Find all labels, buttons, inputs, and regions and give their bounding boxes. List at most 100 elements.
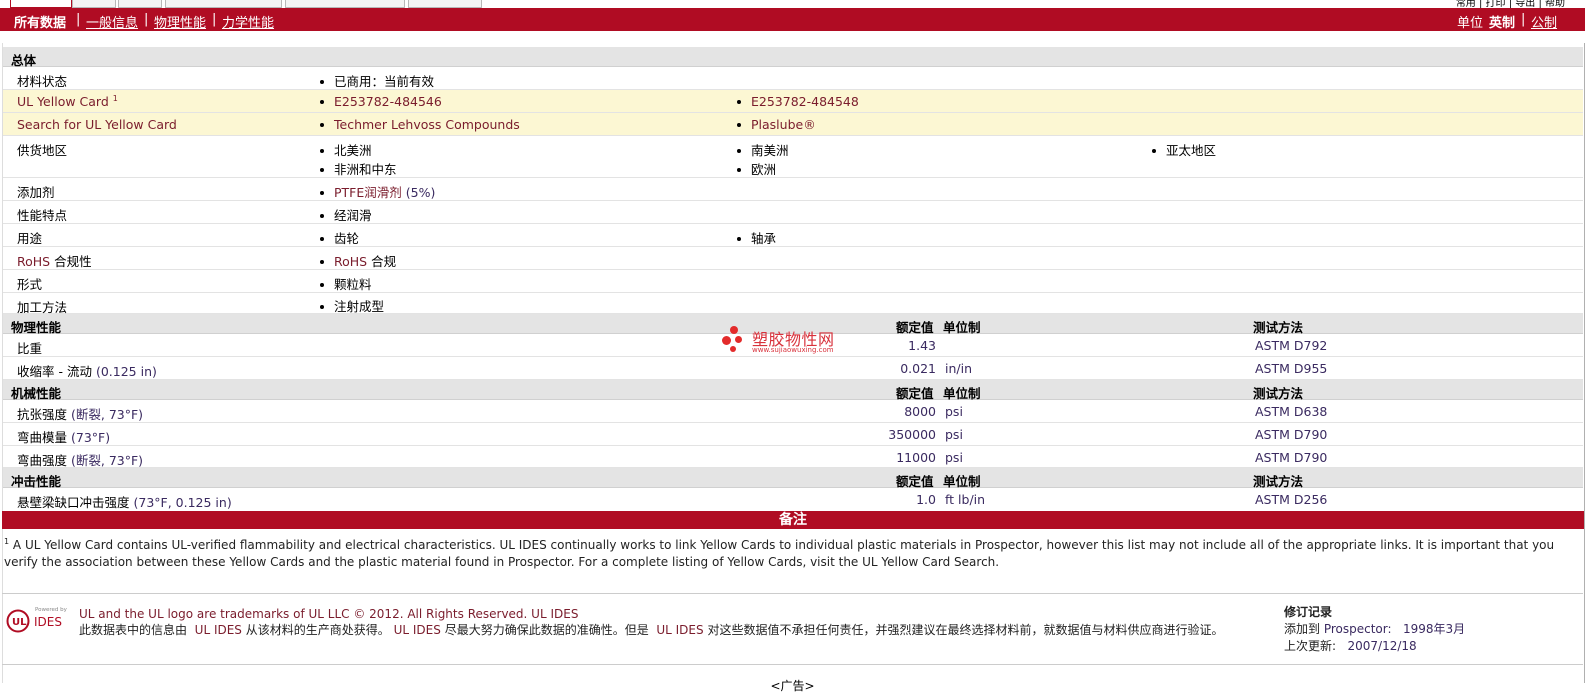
section-general: 总体 (3, 47, 1583, 68)
prop-unit: ft lb/in (945, 492, 986, 507)
prop-unit: in/in (945, 361, 973, 376)
use-item: 轴承 (737, 228, 776, 247)
nav-all-data[interactable]: 所有数据 (14, 12, 66, 31)
units-imperial[interactable]: 英制 (1489, 12, 1515, 31)
table-row: 弯曲强度 (断裂, 73°F) 11000 psi ASTM D790 (3, 446, 1583, 468)
prop-value: 350000 (888, 427, 936, 442)
svg-text:UL: UL (12, 617, 27, 628)
tab-3[interactable] (118, 0, 162, 8)
prop-name: 收缩率 - 流动 (0.125 in) (17, 364, 157, 379)
additive-item: PTFE润滑剂 (5%) (320, 182, 435, 201)
svg-text:Powered by: Powered by (35, 607, 68, 613)
tab-2[interactable] (72, 0, 116, 8)
feature-item: 经润滑 (320, 205, 372, 224)
row-label: 材料状态 (17, 74, 68, 89)
row-process: 加工方法 注射成型 (3, 293, 1583, 315)
units-label: 单位 (1457, 16, 1484, 31)
watermark-logo: 塑胶物性网 www.sujiaowuxing.com (722, 324, 852, 358)
region-item: 欧洲 (737, 159, 776, 178)
process-item: 注射成型 (320, 296, 384, 315)
region-item: 南美洲 (737, 140, 789, 159)
tab-strip (0, 0, 1585, 8)
nav-bar: 所有数据 | 一般信息 | 物理性能 | 力学性能 单位 英制 | 公制 (0, 8, 1585, 31)
region-item: 亚太地区 (1152, 140, 1216, 159)
test-method: ASTM D790 (1255, 450, 1328, 465)
table-row: 收缩率 - 流动 (0.125 in) 0.021 in/in ASTM D95… (3, 357, 1583, 380)
divider (2, 593, 1583, 594)
tab-5[interactable] (285, 0, 405, 8)
row-label: 形式 (17, 277, 43, 292)
watermark-url: www.sujiaowuxing.com (752, 346, 834, 354)
svg-text:IDES: IDES (34, 615, 62, 629)
units-metric-link[interactable]: 公制 (1531, 12, 1557, 31)
tab-datasheet[interactable] (10, 0, 72, 8)
prop-unit: psi (945, 404, 963, 419)
row-form: 形式 颗粒料 (3, 270, 1583, 293)
section-mechanical: 机械性能 额定值 单位制 测试方法 (3, 380, 1583, 401)
footer-disclaimer-cn: 此数据表中的信息由 UL IDES 从该材料的生产商处获得。 UL IDES 尽… (79, 623, 1224, 637)
prospector-link[interactable]: Prospector: (1324, 622, 1392, 636)
notes-text: 1 A UL Yellow Card contains UL-verified … (4, 537, 1555, 569)
ul-ides-logo: Powered by UL IDES (6, 607, 68, 633)
table-row: 弯曲模量 (73°F) 350000 psi ASTM D790 (3, 423, 1583, 446)
search-yellow-card-link[interactable]: Search for UL Yellow Card (17, 117, 177, 132)
prop-value: 8000 (904, 404, 936, 419)
prop-unit: psi (945, 450, 963, 465)
form-item: 颗粒料 (320, 274, 372, 293)
prop-name: 弯曲模量 (73°F) (17, 430, 111, 445)
tab-4[interactable] (165, 0, 282, 8)
row-rohs: RoHS 合规性 RoHS 合规 (3, 247, 1583, 270)
ad-placeholder: <广告> (770, 679, 815, 693)
footer-disclaimer: UL and the UL logo are trademarks of UL … (79, 606, 1259, 638)
row-label: 供货地区 (17, 143, 68, 158)
manufacturer-link[interactable]: Techmer Lehvoss Compounds (320, 117, 520, 132)
prop-name: 比重 (17, 341, 43, 356)
prop-unit: psi (945, 427, 963, 442)
row-features: 性能特点 经润滑 (3, 201, 1583, 224)
prop-name: 弯曲强度 (断裂, 73°F) (17, 453, 144, 468)
row-search-yellow-card: Search for UL Yellow Card Techmer Lehvos… (3, 113, 1583, 136)
test-method: ASTM D792 (1255, 338, 1328, 353)
prop-value: 0.021 (900, 361, 936, 376)
test-method: ASTM D955 (1255, 361, 1328, 376)
additive-link[interactable]: PTFE润滑剂 (334, 185, 402, 200)
region-item: 北美洲 (320, 140, 372, 159)
row-supply-region: 供货地区 北美洲 南美洲 亚太地区 非洲和中东 欧洲 (3, 136, 1583, 178)
prop-value: 1.43 (908, 338, 936, 353)
revision-history: 修订记录 添加到 Prospector: 1998年3月 上次更新: 2007/… (1284, 605, 1466, 653)
divider (2, 664, 1583, 665)
nav-general-link[interactable]: 一般信息 (86, 12, 138, 31)
use-item: 齿轮 (320, 228, 359, 247)
prop-value: 1.0 (916, 492, 936, 507)
notes-header: 备注 (2, 511, 1584, 529)
test-method: ASTM D256 (1255, 492, 1328, 507)
nav-physical-link[interactable]: 物理性能 (154, 12, 206, 31)
row-additive: 添加剂 PTFE润滑剂 (5%) (3, 178, 1583, 201)
section-impact: 冲击性能 额定值 单位制 测试方法 (3, 468, 1583, 489)
bullet-item: 已商用：当前有效 (320, 71, 434, 90)
prop-name: 抗张强度 (断裂, 73°F) (17, 407, 144, 422)
yellow-card-label-link[interactable]: UL Yellow Card 1 (17, 94, 118, 109)
footer-trademark: UL and the UL logo are trademarks of UL … (79, 607, 579, 621)
row-ul-yellow-card: UL Yellow Card 1 E253782-484546 E253782-… (3, 90, 1583, 113)
tab-6[interactable] (408, 0, 482, 8)
test-method: ASTM D790 (1255, 427, 1328, 442)
region-item: 非洲和中东 (320, 159, 397, 178)
brand-link[interactable]: Plaslube® (737, 117, 816, 132)
row-label: 添加剂 (17, 185, 55, 200)
row-material-status: 材料状态 已商用：当前有效 (3, 67, 1583, 90)
table-row: 悬壁梁缺口冲击强度 (73°F, 0.125 in) 1.0 ft lb/in … (3, 488, 1583, 511)
prop-name: 悬壁梁缺口冲击强度 (73°F, 0.125 in) (17, 495, 232, 510)
prop-value: 11000 (896, 450, 936, 465)
row-uses: 用途 齿轮 轴承 (3, 224, 1583, 247)
yellow-card-link[interactable]: E253782-484546 (320, 94, 442, 109)
yellow-card-link[interactable]: E253782-484548 (737, 94, 859, 109)
row-label: 性能特点 (17, 208, 68, 223)
test-method: ASTM D638 (1255, 404, 1328, 419)
rohs-label[interactable]: RoHS 合规性 (17, 251, 92, 270)
revision-title: 修订记录 (1284, 605, 1333, 619)
table-row: 抗张强度 (断裂, 73°F) 8000 psi ASTM D638 (3, 400, 1583, 423)
nav-mechanical-link[interactable]: 力学性能 (222, 12, 274, 31)
rohs-item[interactable]: RoHS 合规 (320, 251, 396, 270)
row-label: 用途 (17, 231, 43, 246)
